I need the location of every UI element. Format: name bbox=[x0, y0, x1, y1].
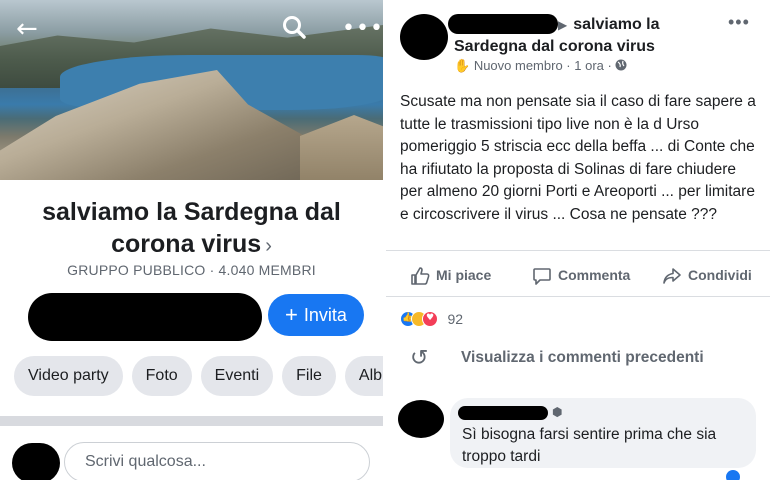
member-badge: Nuovo membro bbox=[473, 58, 563, 73]
comment-text: Sì bisogna farsi sentire prima che sia t… bbox=[462, 426, 717, 465]
badge-icon: ⬢ bbox=[552, 405, 563, 419]
group-title-text: salviamo la Sardegna dal corona virus bbox=[42, 198, 341, 258]
chip-album[interactable]: Albu bbox=[344, 356, 383, 396]
back-arrow-icon[interactable]: ← bbox=[16, 14, 38, 44]
chip-eventi[interactable]: Eventi bbox=[200, 356, 274, 396]
group-title[interactable]: salviamo la Sardegna dal corona virus › bbox=[20, 196, 363, 262]
post-more-icon[interactable]: ••• bbox=[728, 12, 750, 33]
like-button[interactable]: Mi piace bbox=[410, 262, 491, 289]
divider bbox=[386, 296, 770, 297]
share-icon bbox=[662, 266, 682, 286]
like-label: Mi piace bbox=[436, 267, 492, 283]
group-tabs: Video partyFotoEventiFileAlbu bbox=[14, 356, 383, 396]
post-meta: ✋ Nuovo membro · 1 ora · bbox=[454, 58, 627, 74]
redacted-avatar bbox=[400, 14, 448, 60]
cover-photo: ← ••• bbox=[0, 0, 383, 180]
share-label: Condividi bbox=[688, 267, 752, 283]
more-options-icon[interactable]: ••• bbox=[342, 14, 383, 44]
member-icon: ✋ bbox=[454, 58, 471, 73]
group-meta: GRUPPO PUBBLICO · 4.040 MEMBRI bbox=[67, 262, 316, 278]
post-actions: Mi piace Commenta Condividi bbox=[386, 258, 770, 292]
post-panel: ▶ salviamo la Sardegna dal corona virus ✋… bbox=[386, 0, 770, 480]
love-reaction-icon: ♥ bbox=[422, 310, 438, 327]
chevron-right-icon: › bbox=[265, 235, 272, 257]
search-icon[interactable] bbox=[282, 14, 308, 49]
redacted-block bbox=[28, 293, 262, 341]
redacted-avatar bbox=[12, 443, 60, 480]
divider bbox=[386, 250, 770, 251]
redacted-name bbox=[458, 406, 548, 420]
plus-icon: + bbox=[285, 302, 298, 327]
like-reaction-icon bbox=[726, 470, 740, 480]
comment-button[interactable]: Commenta bbox=[532, 262, 630, 289]
post-time[interactable]: 1 ora bbox=[574, 58, 604, 73]
redacted-avatar bbox=[398, 400, 444, 438]
reload-icon: ↺ bbox=[410, 346, 429, 371]
chip-video-party[interactable]: Video party bbox=[14, 356, 123, 396]
write-post-input[interactable]: Scrivi qualcosa... bbox=[64, 442, 370, 480]
section-divider bbox=[0, 416, 383, 426]
chip-foto[interactable]: Foto bbox=[131, 356, 192, 396]
comment-icon bbox=[532, 266, 552, 286]
redacted-name bbox=[448, 14, 558, 34]
globe-icon bbox=[615, 58, 627, 73]
reaction-count: 92 bbox=[447, 310, 464, 327]
meta-separator: · bbox=[603, 58, 616, 73]
invite-button[interactable]: + Invita bbox=[268, 294, 364, 336]
group-panel: ← ••• salviamo la Sardegna dal corona vi… bbox=[0, 0, 383, 480]
reactions-summary[interactable]: 👍 ♥ 92 bbox=[400, 310, 463, 330]
post-text: Scusate ma non pensate sia il caso di fa… bbox=[400, 93, 756, 223]
invite-label: Invita bbox=[303, 305, 347, 325]
comment-label: Commenta bbox=[558, 267, 631, 283]
triangle-right-icon: ▶ bbox=[558, 18, 568, 32]
view-previous-comments-link[interactable]: Visualizza i commenti precedenti bbox=[461, 349, 704, 367]
chip-file[interactable]: File bbox=[282, 356, 336, 396]
share-button[interactable]: Condividi bbox=[662, 262, 752, 289]
meta-separator: · bbox=[562, 58, 575, 73]
thumbs-up-icon bbox=[410, 266, 430, 286]
